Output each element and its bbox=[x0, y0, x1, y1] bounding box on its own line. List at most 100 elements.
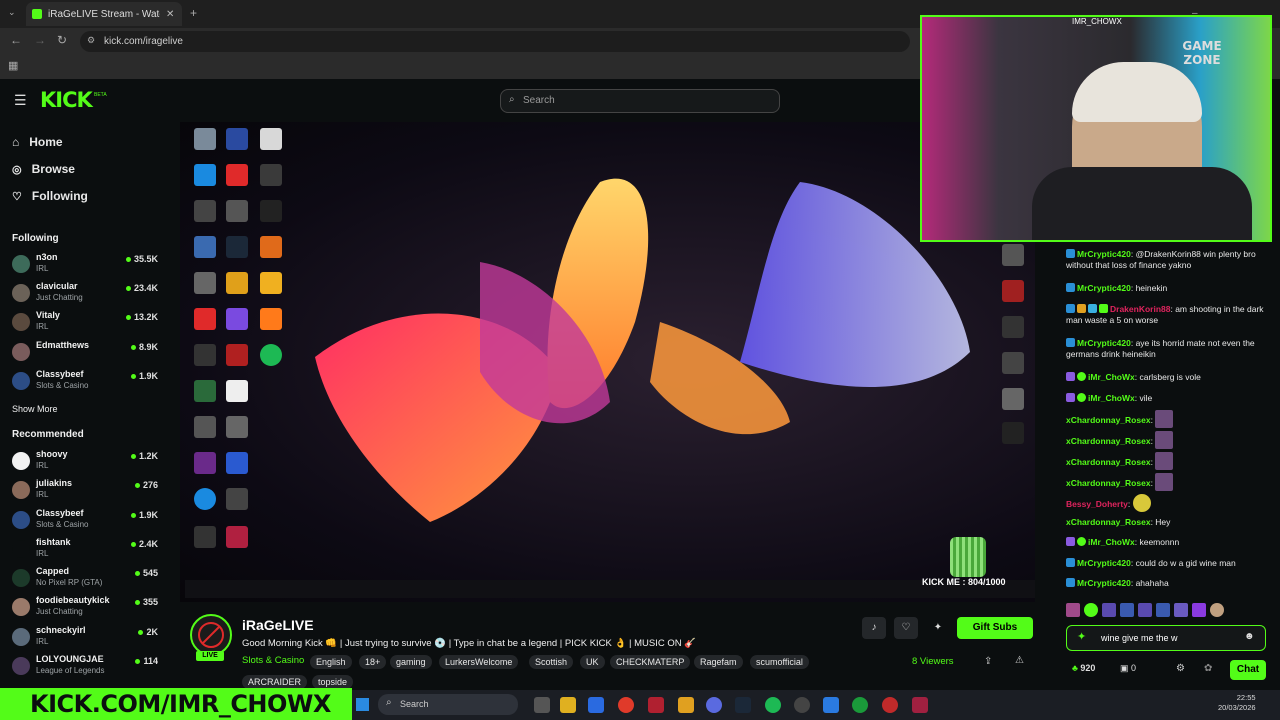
reload-icon[interactable]: ↻ bbox=[57, 33, 67, 47]
forward-icon[interactable]: → bbox=[34, 33, 46, 47]
browser-tab[interactable]: iRaGeLIVE Stream - Watch i ✕ bbox=[26, 2, 182, 26]
site-info-icon[interactable]: ⚙ bbox=[87, 35, 95, 46]
emote-option[interactable] bbox=[1084, 603, 1098, 617]
chrome-icon[interactable] bbox=[618, 697, 634, 713]
stream-tag[interactable]: LurkersWelcome bbox=[439, 655, 519, 669]
emote-option[interactable] bbox=[1156, 603, 1170, 617]
stream-tag[interactable]: Scottish bbox=[529, 655, 574, 669]
recommended-channel[interactable]: schneckyirl IRL 2K bbox=[12, 625, 162, 653]
following-channel[interactable]: n3on IRL 35.5K bbox=[12, 252, 162, 280]
settings-gear-icon[interactable]: ⚙ bbox=[1176, 663, 1185, 674]
emote-option[interactable] bbox=[1192, 603, 1206, 617]
following-channel[interactable]: Classybeef Slots & Casino 1.9K bbox=[12, 369, 162, 397]
stream-tag[interactable]: English bbox=[310, 655, 352, 669]
url-field[interactable]: kick.com/iragelive bbox=[80, 31, 910, 52]
spotify-icon[interactable] bbox=[765, 697, 781, 713]
nav-following[interactable]: ♡ Following bbox=[12, 189, 88, 203]
stream-tag[interactable]: gaming bbox=[390, 655, 432, 669]
kick-logo[interactable]: KICK bbox=[40, 88, 93, 112]
stream-category[interactable]: Slots & Casino bbox=[242, 655, 304, 666]
tab-close-icon[interactable]: ✕ bbox=[166, 9, 174, 20]
chat-username[interactable]: xChardonnay_Rosex bbox=[1066, 478, 1151, 488]
report-icon[interactable]: ⚠ bbox=[1015, 655, 1024, 666]
stream-tag[interactable]: CHECKMATERP bbox=[610, 655, 691, 669]
stream-tag[interactable]: topside bbox=[312, 675, 354, 689]
app-icon[interactable] bbox=[912, 697, 928, 713]
following-channel[interactable]: Edmatthews 8.9K bbox=[12, 340, 162, 368]
following-channel[interactable]: Vitaly IRL 13.2K bbox=[12, 310, 162, 338]
app-icon[interactable] bbox=[882, 697, 898, 713]
chat-username[interactable]: MrCryptic420 bbox=[1077, 283, 1131, 293]
recommended-channel[interactable]: shoovy IRL 1.2K bbox=[12, 449, 162, 477]
app-icon[interactable] bbox=[823, 697, 839, 713]
recommended-channel[interactable]: LOLYOUNGJAE League of Legends 114 bbox=[12, 654, 162, 682]
recommended-channel[interactable]: juliakins IRL 276 bbox=[12, 478, 162, 506]
recommended-channel[interactable]: Capped No Pixel RP (GTA) 545 bbox=[12, 566, 162, 594]
store-app-icon[interactable] bbox=[588, 697, 604, 713]
recommended-channel[interactable]: fishtank IRL 2.4K bbox=[12, 537, 162, 565]
chat-username[interactable]: iMr_ChoWx bbox=[1088, 372, 1135, 382]
apps-grid-icon[interactable]: ▦ bbox=[8, 59, 18, 72]
xbox-icon[interactable] bbox=[852, 697, 868, 713]
file-explorer-icon[interactable] bbox=[560, 697, 576, 713]
chat-username[interactable]: MrCryptic420 bbox=[1077, 558, 1131, 568]
share-icon[interactable]: ⇪ bbox=[984, 656, 992, 667]
back-icon[interactable]: ← bbox=[10, 33, 22, 47]
emote-option[interactable] bbox=[1102, 603, 1116, 617]
gift-icon[interactable]: ✿ bbox=[1204, 663, 1212, 674]
notification-bell-icon[interactable]: ♪ bbox=[862, 617, 886, 639]
chat-username[interactable]: xChardonnay_Rosex bbox=[1066, 517, 1151, 527]
tab-list-icon[interactable]: ⌄ bbox=[8, 7, 16, 18]
recommended-channel[interactable]: Classybeef Slots & Casino 1.9K bbox=[12, 508, 162, 536]
streamer-name[interactable]: iRaGeLIVE bbox=[242, 617, 314, 633]
channel-points[interactable]: ♣ 920 bbox=[1072, 663, 1095, 673]
stream-tag[interactable]: ARCRAIDER bbox=[242, 675, 308, 689]
viewer-count: 1.9K bbox=[131, 371, 158, 381]
following-channel[interactable]: clavicular Just Chatting 23.4K bbox=[12, 281, 162, 309]
emote-option[interactable] bbox=[1066, 603, 1080, 617]
follow-heart-icon[interactable]: ♡ bbox=[894, 617, 918, 639]
new-tab-icon[interactable]: + bbox=[190, 6, 197, 20]
chat-username[interactable]: xChardonnay_Rosex bbox=[1066, 436, 1151, 446]
chat-username[interactable]: MrCryptic420 bbox=[1077, 578, 1131, 588]
chat-username[interactable]: xChardonnay_Rosex bbox=[1066, 415, 1151, 425]
stream-video-player[interactable] bbox=[180, 122, 1035, 602]
search-input[interactable]: Search bbox=[500, 89, 780, 113]
stream-tag[interactable]: scumofficial bbox=[750, 655, 809, 669]
emote-option[interactable] bbox=[1210, 603, 1224, 617]
streamer-avatar[interactable] bbox=[190, 614, 232, 656]
steam-icon[interactable] bbox=[735, 697, 751, 713]
stream-tag[interactable]: Ragefam bbox=[694, 655, 743, 669]
chat-username[interactable]: iMr_ChoWx bbox=[1088, 393, 1135, 403]
chat-username[interactable]: MrCryptic420 bbox=[1077, 338, 1131, 348]
chat-input[interactable]: wine give me the w bbox=[1066, 625, 1266, 651]
stream-tag[interactable]: UK bbox=[580, 655, 605, 669]
chat-username[interactable]: DrakenKorin88 bbox=[1110, 304, 1170, 314]
chat-text: : Hey bbox=[1150, 517, 1171, 527]
obs-icon[interactable] bbox=[794, 697, 810, 713]
app-icon[interactable] bbox=[678, 697, 694, 713]
chat-username[interactable]: xChardonnay_Rosex bbox=[1066, 457, 1151, 467]
star-icon[interactable]: ✦ bbox=[926, 617, 950, 639]
recommended-channel[interactable]: foodiebeautykick Just Chatting 355 bbox=[12, 595, 162, 623]
show-more-link[interactable]: Show More bbox=[12, 404, 58, 414]
chat-send-button[interactable]: Chat bbox=[1230, 660, 1266, 680]
adobe-icon[interactable] bbox=[648, 697, 664, 713]
chat-username[interactable]: MrCryptic420 bbox=[1077, 249, 1131, 259]
windows-search[interactable]: Search bbox=[378, 694, 518, 715]
store-counter[interactable]: ▣ 0 bbox=[1120, 663, 1136, 674]
stream-tag[interactable]: 18+ bbox=[359, 655, 387, 669]
chat-username[interactable]: iMr_ChoWx bbox=[1088, 537, 1135, 547]
emote-option[interactable] bbox=[1174, 603, 1188, 617]
chat-username[interactable]: Bessy_Doherty bbox=[1066, 499, 1128, 509]
nav-home[interactable]: ⌂ Home bbox=[12, 135, 63, 149]
emote-option[interactable] bbox=[1138, 603, 1152, 617]
discord-icon[interactable] bbox=[706, 697, 722, 713]
windows-start-icon[interactable] bbox=[356, 698, 369, 711]
menu-hamburger-icon[interactable]: ☰ bbox=[14, 92, 27, 109]
gift-subs-button[interactable]: Gift Subs bbox=[957, 617, 1033, 639]
task-view-icon[interactable] bbox=[534, 697, 550, 713]
emoji-picker-icon[interactable]: ☻ bbox=[1244, 631, 1255, 642]
nav-browse[interactable]: ◎ Browse bbox=[12, 162, 75, 176]
emote-option[interactable] bbox=[1120, 603, 1134, 617]
